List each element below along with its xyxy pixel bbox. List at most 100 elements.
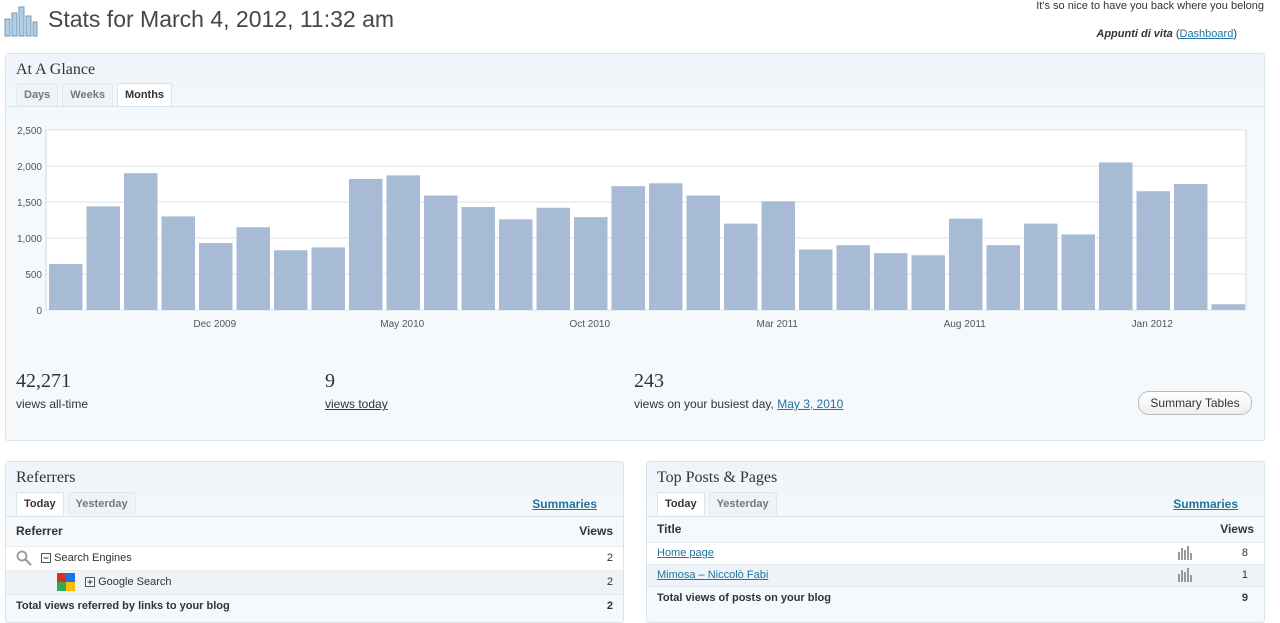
table-header: Referrer Views (6, 517, 623, 547)
bar[interactable] (574, 217, 608, 310)
collapse-icon[interactable] (41, 553, 52, 564)
bar[interactable] (386, 175, 421, 310)
stats-chart-icon[interactable] (1177, 546, 1193, 560)
x-tick-label: Dec 2009 (193, 319, 236, 330)
referrer-label: Search Engines (54, 552, 132, 564)
col-views: Views (579, 524, 613, 538)
at-a-glance-panel: At A Glance Days Weeks Months 0 500 1,000 1… (5, 53, 1265, 441)
referrer-views: 2 (606, 552, 613, 564)
bar[interactable] (724, 223, 758, 310)
tab-months[interactable]: Months (116, 83, 173, 106)
bar[interactable] (161, 216, 196, 310)
referrers-panel: Referrers Today Yesterday Summaries Refe… (5, 461, 624, 623)
bar[interactable] (1024, 223, 1058, 310)
total-views: 9 (1241, 592, 1248, 604)
top-posts-summaries-link[interactable]: Summaries (1173, 497, 1238, 511)
bar[interactable] (424, 195, 458, 310)
y-tick-label: 2,500 (17, 126, 42, 137)
post-link[interactable]: Home page (657, 543, 714, 564)
top-posts-table: Title Views Home page 8 Mimosa – Niccolò… (647, 517, 1264, 610)
y-tick-label: 0 (36, 306, 42, 317)
x-tick-label: Oct 2010 (569, 319, 610, 330)
views-all-time-label: views all-time (16, 397, 89, 411)
page-title: Stats for March 4, 2012, 11:32 am (48, 6, 395, 32)
bar[interactable] (274, 250, 308, 310)
y-tick-label: 2,000 (17, 162, 42, 173)
bar[interactable] (86, 206, 121, 310)
post-views: 1 (1241, 569, 1248, 581)
bar[interactable] (611, 186, 646, 310)
referrers-tabs: Today Yesterday (16, 492, 140, 515)
total-label: Total views referred by links to your bl… (16, 600, 230, 612)
y-tick-label: 500 (25, 270, 42, 281)
bar[interactable] (949, 218, 983, 310)
y-tick-label: 1,000 (17, 234, 42, 245)
panel-title: Top Posts & Pages (657, 469, 778, 486)
table-row[interactable]: Search Engines 2 (6, 547, 623, 571)
bar[interactable] (49, 263, 83, 310)
bar[interactable] (761, 201, 796, 310)
bar[interactable] (124, 173, 158, 310)
views-today-link[interactable]: views today (325, 397, 388, 411)
post-views: 8 (1241, 547, 1248, 559)
bar[interactable] (236, 227, 271, 310)
views-all-time-count: 42,271 (16, 370, 71, 392)
referrers-summaries-link[interactable]: Summaries (532, 497, 597, 511)
views-bar-chart: 0 500 1,000 1,500 2,000 2,500 Dec 2009 May 2010… (17, 126, 1247, 330)
table-row: Home page 8 (647, 543, 1264, 565)
stats-logo-icon (4, 6, 38, 37)
table-row: Mimosa – Niccolò Fabi 1 (647, 565, 1264, 587)
busiest-day-date-link[interactable]: May 3, 2010 (777, 397, 843, 411)
busiest-day-label: views on your busiest day, May 3, 2010 (634, 397, 843, 411)
tab-yesterday[interactable]: Yesterday (708, 492, 777, 515)
blog-line: Appunti di vita (Dashboard) (1096, 28, 1237, 40)
bar[interactable] (686, 195, 721, 310)
bar[interactable] (1099, 162, 1133, 310)
top-posts-panel: Top Posts & Pages Today Yesterday Summar… (646, 461, 1265, 623)
total-label: Total views of posts on your blog (657, 592, 831, 604)
referrer-label: Google Search (98, 576, 172, 588)
bar[interactable] (1136, 191, 1171, 310)
table-row[interactable]: Google Search 2 (6, 571, 623, 595)
bar[interactable] (461, 207, 496, 310)
bar[interactable] (799, 249, 833, 310)
x-tick-label: Mar 2011 (756, 319, 798, 330)
bar[interactable] (874, 253, 908, 310)
bar[interactable] (499, 219, 533, 310)
tab-yesterday[interactable]: Yesterday (67, 492, 136, 515)
bar[interactable] (1061, 234, 1096, 310)
col-referrer: Referrer (16, 524, 63, 538)
bar[interactable] (311, 247, 346, 310)
x-tick-label: May 2010 (380, 319, 424, 330)
col-views: Views (1220, 522, 1254, 536)
bar[interactable] (649, 183, 683, 310)
tab-days[interactable]: Days (16, 83, 59, 106)
x-tick-label: Jan 2012 (1132, 319, 1174, 330)
blog-name: Appunti di vita (1096, 28, 1173, 40)
bar[interactable] (836, 245, 871, 310)
busiest-day-text: views on your busiest day, (634, 397, 774, 411)
y-tick-label: 1,500 (17, 198, 42, 209)
bar[interactable] (349, 178, 383, 310)
bar[interactable] (1174, 184, 1208, 310)
expand-icon[interactable] (85, 577, 96, 588)
bar[interactable] (1211, 304, 1246, 310)
bar[interactable] (199, 243, 233, 310)
summary-tables-button[interactable]: Summary Tables (1138, 391, 1252, 415)
col-title: Title (657, 522, 682, 536)
table-total-row: Total views of posts on your blog 9 (647, 587, 1264, 610)
tab-today[interactable]: Today (657, 492, 705, 515)
stats-chart-icon[interactable] (1177, 568, 1193, 582)
google-icon (57, 573, 75, 592)
referrers-table: Referrer Views Search Engines 2 Google S… (6, 517, 623, 618)
post-link[interactable]: Mimosa – Niccolò Fabi (657, 565, 768, 586)
bar[interactable] (986, 245, 1021, 310)
panel-title: Referrers (16, 469, 76, 486)
top-posts-tabs: Today Yesterday (657, 492, 781, 515)
dashboard-link[interactable]: Dashboard (1180, 28, 1234, 40)
bar[interactable] (911, 255, 946, 310)
search-icon (16, 550, 32, 566)
tab-weeks[interactable]: Weeks (62, 83, 113, 106)
tab-today[interactable]: Today (16, 492, 64, 515)
bar[interactable] (536, 207, 571, 310)
